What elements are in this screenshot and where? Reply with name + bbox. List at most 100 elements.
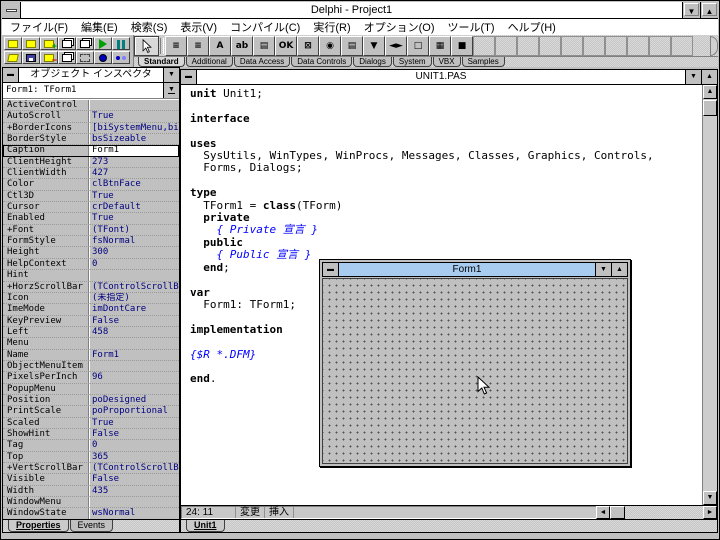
minimize-button[interactable]: ▼ — [682, 2, 700, 18]
palette-tab-samples[interactable]: Samples — [461, 57, 505, 67]
property-row[interactable]: ClientWidth 427 — [3, 168, 179, 180]
vertical-scroll-thumb[interactable] — [703, 100, 717, 116]
scroll-up-button[interactable]: ▲ — [703, 85, 717, 99]
palette-tab-vbx[interactable]: VBX — [432, 57, 461, 67]
trace-into-button[interactable] — [94, 51, 112, 64]
component-checkbox[interactable]: ⊠ — [297, 36, 319, 56]
editor-minimize-button[interactable]: ▼ — [685, 70, 701, 84]
editor-maximize-button[interactable]: ▲ — [701, 70, 717, 84]
property-row[interactable]: Ctl3D True — [3, 190, 179, 203]
menu-item[interactable]: 表示(V) — [180, 19, 217, 35]
menu-item[interactable]: 編集(E) — [81, 19, 118, 35]
component-combobox[interactable]: ▼ — [363, 36, 385, 56]
form-maximize-button[interactable]: ▲ — [611, 263, 627, 276]
palette-tab-additional[interactable]: Additional — [185, 57, 233, 67]
open-file-button[interactable] — [4, 51, 22, 64]
add-file-button[interactable]: + — [40, 37, 58, 51]
component-groupbox[interactable]: □ — [407, 36, 429, 56]
component-panel[interactable]: ■ — [451, 36, 473, 56]
menu-item[interactable]: ツール(T) — [448, 19, 495, 35]
property-row[interactable]: KeyPreview False — [3, 315, 179, 327]
property-value-editor[interactable]: Form1 — [89, 145, 179, 156]
menu-item[interactable]: ファイル(F) — [10, 19, 68, 35]
pause-button[interactable] — [112, 37, 130, 50]
property-row[interactable]: Color clBtnFace — [3, 179, 179, 191]
run-button[interactable] — [94, 37, 112, 50]
property-row[interactable]: WindowState wsNormal — [3, 508, 179, 519]
palette-tab-dialogs[interactable]: Dialogs — [353, 57, 392, 67]
palette-scroll-right-button[interactable] — [710, 36, 718, 56]
property-row[interactable]: Position poDesigned — [3, 394, 179, 407]
property-row[interactable]: +Font (TFont) — [3, 224, 179, 237]
property-row[interactable]: Left 458 — [3, 326, 179, 339]
component-memo[interactable]: ▤ — [253, 36, 275, 56]
component-radiogroup[interactable]: ▦ — [429, 36, 451, 56]
inspector-tab-properties[interactable]: Properties — [8, 520, 69, 532]
editor-system-menu-button[interactable]: ▬ — [181, 70, 197, 84]
property-row[interactable]: Top 365 — [3, 451, 179, 463]
property-row[interactable]: ActiveControl — [3, 100, 179, 112]
view-form-button[interactable] — [76, 37, 94, 50]
property-row[interactable]: +BorderIcons[biSystemMenu,biMi — [3, 122, 179, 135]
component-scrollbar[interactable]: ◄► — [385, 36, 407, 56]
view-unit-button[interactable] — [58, 37, 76, 50]
property-row[interactable]: Caption Form1 — [3, 145, 179, 157]
property-row[interactable]: Scaled True — [3, 417, 179, 429]
menu-item[interactable]: オプション(O) — [364, 19, 435, 35]
maximize-button[interactable]: ▲ — [700, 2, 718, 18]
component-listbox[interactable]: ▤ — [341, 36, 363, 56]
component-edit[interactable]: ab — [231, 36, 253, 56]
property-row[interactable]: FormStyle fsNormal — [3, 236, 179, 248]
editor-horizontal-scrollbar[interactable]: ◄ ► — [596, 506, 717, 519]
form-minimize-button[interactable]: ▼ — [595, 263, 611, 276]
form-design-surface[interactable] — [322, 278, 628, 464]
property-row[interactable]: ObjectMenuItem — [3, 360, 179, 373]
property-row[interactable]: ImeMode imDontCare — [3, 304, 179, 316]
property-row[interactable]: AutoScroll True — [3, 111, 179, 123]
remove-file-button[interactable]: − — [40, 51, 58, 65]
property-row[interactable]: +HorzScrollBar(TControlScrollBar — [3, 281, 179, 293]
palette-tab-data-controls[interactable]: Data Controls — [291, 57, 353, 67]
property-row[interactable]: Width 435 — [3, 485, 179, 498]
step-over-button[interactable] — [112, 51, 130, 64]
property-row[interactable]: WindowMenu — [3, 497, 179, 509]
property-row[interactable]: PopupMenu — [3, 383, 179, 395]
property-row[interactable]: Menu — [3, 338, 179, 350]
system-menu-button[interactable] — [2, 2, 21, 18]
combo-dropdown-button[interactable]: ▼ — [163, 83, 179, 98]
property-row[interactable]: Height 300 — [3, 247, 179, 259]
property-row[interactable]: BorderStyle bsSizeable — [3, 134, 179, 146]
toggle-form-unit-button[interactable] — [76, 51, 94, 64]
component-popupmenu[interactable]: ≡ — [187, 36, 209, 56]
horizontal-scroll-thumb[interactable] — [610, 506, 625, 519]
palette-tab-system[interactable]: System — [392, 57, 432, 67]
property-row[interactable]: Name Form1 — [3, 349, 179, 361]
save-project-button[interactable] — [22, 37, 40, 50]
property-row[interactable]: Enabled True — [3, 213, 179, 225]
scroll-down-button[interactable]: ▼ — [703, 491, 717, 505]
property-row[interactable]: +VertScrollBar(TControlScrollBar — [3, 463, 179, 475]
menu-item[interactable]: ヘルプ(H) — [508, 19, 556, 35]
component-label[interactable]: A — [209, 36, 231, 56]
property-row[interactable]: Icon (未指定) — [3, 292, 179, 305]
vertical-scroll-track[interactable] — [703, 116, 717, 491]
component-button[interactable]: OK — [275, 36, 297, 56]
save-file-button[interactable] — [22, 51, 40, 64]
component-mainmenu[interactable]: ≡ — [165, 36, 187, 56]
property-row[interactable]: PrintScale poProportional — [3, 406, 179, 418]
menu-item[interactable]: 実行(R) — [313, 19, 350, 35]
selection-pointer-button[interactable] — [134, 36, 159, 56]
scroll-right-button[interactable]: ► — [703, 506, 717, 519]
inspector-system-menu-button[interactable]: ▬ — [3, 68, 19, 82]
menu-item[interactable]: 検索(S) — [131, 19, 168, 35]
palette-tab-data-access[interactable]: Data Access — [233, 57, 291, 67]
property-row[interactable]: Cursor crDefault — [3, 202, 179, 214]
property-row[interactable]: Hint — [3, 270, 179, 282]
form-titlebar[interactable]: ▬ Form1 ▼ ▲ — [322, 262, 628, 277]
palette-tab-standard[interactable]: Standard — [138, 57, 185, 67]
property-row[interactable]: ClientHeight 273 — [3, 156, 179, 169]
property-row[interactable]: PixelsPerInch 96 — [3, 372, 179, 384]
new-form-button[interactable] — [58, 51, 76, 64]
inspector-rollup-button[interactable]: ▼ — [163, 68, 179, 82]
inspector-tab-events[interactable]: Events — [69, 520, 114, 532]
